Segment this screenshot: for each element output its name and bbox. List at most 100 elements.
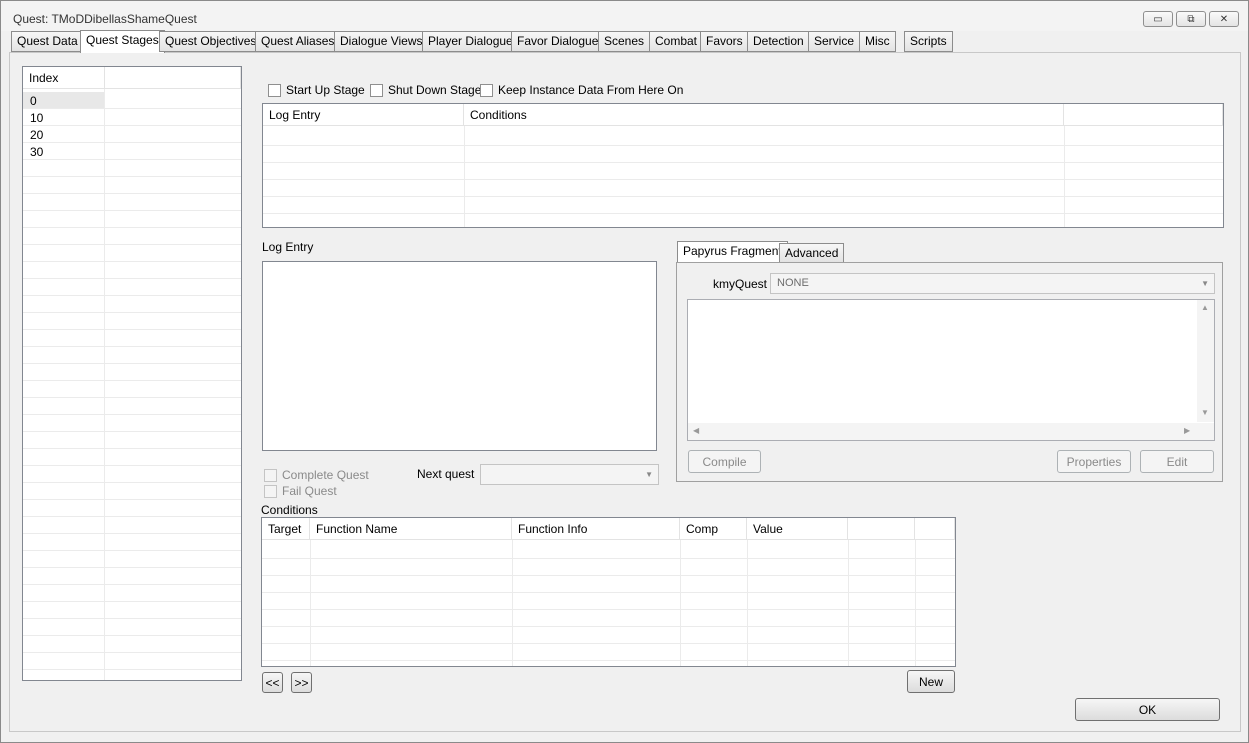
conditions-extra-header xyxy=(848,518,915,540)
keep-instance-data-checkbox[interactable]: Keep Instance Data From Here On xyxy=(480,83,683,97)
stage-row[interactable]: 10 xyxy=(30,111,43,125)
tab-quest-stages[interactable]: Quest Stages xyxy=(80,30,165,53)
row-separator xyxy=(23,431,241,432)
shut-down-stage-checkbox[interactable]: Shut Down Stage xyxy=(370,83,481,97)
new-condition-button[interactable]: New xyxy=(907,670,955,693)
maximize-button[interactable]: ⧉ xyxy=(1176,11,1206,27)
row-separator xyxy=(23,414,241,415)
stage-extra-header xyxy=(105,67,241,89)
window-title: Quest: TMoDDibellasShameQuest xyxy=(13,12,197,26)
tab-combat[interactable]: Combat xyxy=(649,31,704,52)
stage-row[interactable]: 20 xyxy=(30,128,43,142)
fail-quest-checkbox[interactable]: Fail Quest xyxy=(264,484,337,498)
kmyquest-select[interactable]: NONE ▼ xyxy=(770,273,1215,294)
kmyquest-label: kmyQuest xyxy=(713,277,768,291)
tab-quest-objectives[interactable]: Quest Objectives xyxy=(159,31,263,52)
tab-service[interactable]: Service xyxy=(808,31,861,52)
stage-row[interactable]: 0 xyxy=(30,94,37,108)
log-entry-header[interactable]: Log Entry xyxy=(263,104,464,126)
target-header[interactable]: Target xyxy=(262,518,310,540)
row-separator xyxy=(23,244,241,245)
conditions-extra-header-2 xyxy=(915,518,955,540)
row-separator xyxy=(23,193,241,194)
prev-condition-button[interactable]: << xyxy=(262,672,283,693)
row-separator xyxy=(23,397,241,398)
horizontal-scrollbar[interactable]: ◀ ▶ xyxy=(688,423,1214,440)
next-condition-button[interactable]: >> xyxy=(291,672,312,693)
chevron-down-icon: ▼ xyxy=(645,470,653,479)
row-separator xyxy=(23,499,241,500)
quest-window: Quest: TMoDDibellasShameQuest ▭ ⧉ ✕ Ques… xyxy=(0,0,1249,743)
tab-dialogue-views[interactable]: Dialogue Views xyxy=(334,31,429,52)
row-separator xyxy=(23,329,241,330)
next-quest-select[interactable]: ▼ xyxy=(480,464,659,485)
log-extra-header xyxy=(1064,104,1223,126)
tab-papyrus-fragment[interactable]: Papyrus Fragment xyxy=(677,241,788,263)
chevron-down-icon: ▼ xyxy=(1201,279,1209,288)
complete-quest-checkbox[interactable]: Complete Quest xyxy=(264,468,369,482)
row-separator xyxy=(23,550,241,551)
stage-row[interactable]: 30 xyxy=(30,145,43,159)
kmyquest-value: NONE xyxy=(777,277,809,289)
scroll-up-icon[interactable]: ▲ xyxy=(1201,303,1209,312)
minimize-button[interactable]: ▭ xyxy=(1143,11,1173,27)
close-icon: ✕ xyxy=(1219,13,1229,25)
row-separator xyxy=(23,159,241,160)
tab-misc[interactable]: Misc xyxy=(859,31,896,52)
row-separator xyxy=(23,210,241,211)
comp-header[interactable]: Comp xyxy=(680,518,747,540)
function-name-header[interactable]: Function Name xyxy=(310,518,512,540)
row-separator xyxy=(23,448,241,449)
edit-button[interactable]: Edit xyxy=(1140,450,1214,473)
start-up-stage-label: Start Up Stage xyxy=(286,83,365,97)
log-entry-table[interactable]: Log Entry Conditions xyxy=(262,103,1224,228)
keep-instance-data-label: Keep Instance Data From Here On xyxy=(498,83,684,97)
start-up-stage-checkbox[interactable]: Start Up Stage xyxy=(268,83,365,97)
row-separator xyxy=(23,312,241,313)
compile-button[interactable]: Compile xyxy=(688,450,761,473)
row-separator xyxy=(23,618,241,619)
row-separator xyxy=(23,601,241,602)
tab-quest-data[interactable]: Quest Data xyxy=(11,31,84,52)
maximize-icon: ⧉ xyxy=(1187,13,1195,25)
tab-scripts[interactable]: Scripts xyxy=(904,31,953,52)
row-separator xyxy=(23,261,241,262)
next-quest-label: Next quest xyxy=(417,467,475,481)
fragment-code-editor[interactable]: ▲ ▼ ◀ ▶ xyxy=(687,299,1215,441)
conditions-label: Conditions xyxy=(261,503,318,517)
scroll-down-icon[interactable]: ▼ xyxy=(1201,408,1209,417)
log-entry-textarea[interactable] xyxy=(262,261,657,451)
tab-detection[interactable]: Detection xyxy=(747,31,810,52)
scroll-right-icon[interactable]: ▶ xyxy=(1184,426,1190,435)
row-separator xyxy=(23,176,241,177)
fail-quest-label: Fail Quest xyxy=(282,484,337,498)
close-button[interactable]: ✕ xyxy=(1209,11,1239,27)
value-header[interactable]: Value xyxy=(747,518,848,540)
row-separator xyxy=(23,278,241,279)
tab-favors[interactable]: Favors xyxy=(700,31,749,52)
stage-list[interactable]: Index 0 10 20 30 xyxy=(22,66,242,681)
function-info-header[interactable]: Function Info xyxy=(512,518,680,540)
row-separator xyxy=(23,482,241,483)
ok-button[interactable]: OK xyxy=(1075,698,1220,721)
stage-index-header[interactable]: Index xyxy=(23,67,105,89)
tab-player-dialogue[interactable]: Player Dialogue xyxy=(422,31,519,52)
row-separator xyxy=(23,465,241,466)
tab-scenes[interactable]: Scenes xyxy=(598,31,651,52)
vertical-scrollbar[interactable]: ▲ ▼ xyxy=(1197,300,1214,422)
row-separator xyxy=(23,363,241,364)
row-separator xyxy=(23,227,241,228)
row-separator xyxy=(23,346,241,347)
row-separator xyxy=(23,125,241,126)
shut-down-stage-label: Shut Down Stage xyxy=(388,83,482,97)
conditions-header[interactable]: Conditions xyxy=(464,104,1064,126)
tab-advanced[interactable]: Advanced xyxy=(779,243,845,263)
tab-favor-dialogue[interactable]: Favor Dialogue xyxy=(511,31,605,52)
conditions-table[interactable]: Target Function Name Function Info Comp … xyxy=(261,517,956,667)
title-bar: Quest: TMoDDibellasShameQuest ▭ ⧉ ✕ xyxy=(1,1,1248,31)
minimize-icon: ▭ xyxy=(1153,13,1163,25)
row-separator xyxy=(23,533,241,534)
properties-button[interactable]: Properties xyxy=(1057,450,1131,473)
tab-quest-aliases[interactable]: Quest Aliases xyxy=(255,31,341,52)
scroll-left-icon[interactable]: ◀ xyxy=(693,426,699,435)
